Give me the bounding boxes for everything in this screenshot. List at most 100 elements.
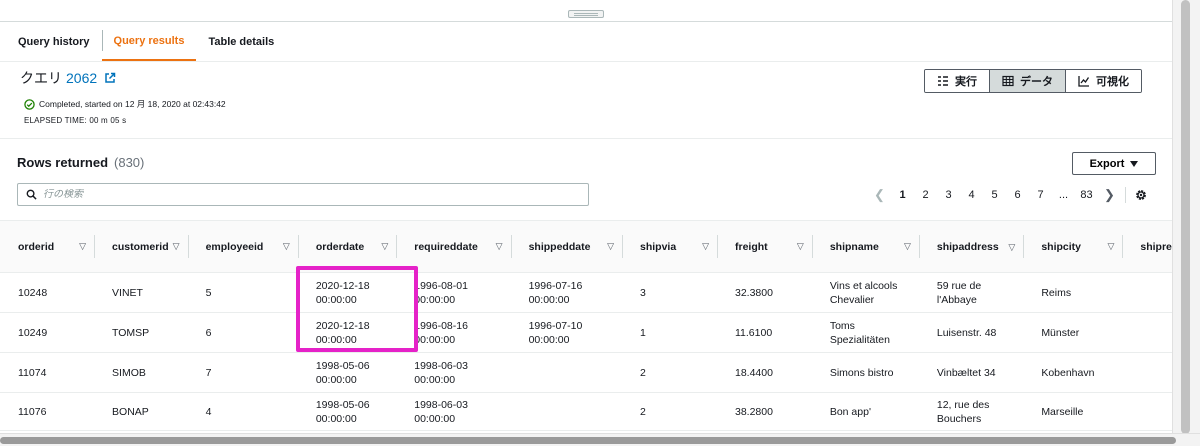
cell-shipvia: 3 xyxy=(622,272,717,313)
status-text: Completed, started on 12 月 18, 2020 at 0… xyxy=(39,99,226,109)
sort-icon[interactable]: ▽ xyxy=(1008,242,1015,253)
column-header-shipregion[interactable]: shipre xyxy=(1122,220,1172,273)
run-view-label: 実行 xyxy=(955,76,977,88)
sort-icon[interactable]: ▽ xyxy=(1107,241,1114,252)
sort-icon[interactable]: ▽ xyxy=(381,241,388,252)
visualize-view-button[interactable]: 可視化 xyxy=(1066,70,1141,92)
column-label: shippeddate xyxy=(528,240,591,253)
gear-icon[interactable] xyxy=(1134,188,1148,202)
page-3[interactable]: 3 xyxy=(937,189,960,201)
results-container: Rows returned (830) Export ❮ 1 2 3 4 5 6 … xyxy=(0,138,1172,433)
column-header-shipcity[interactable]: shipcity ▽ xyxy=(1023,220,1123,273)
cell-orderdate: 2020-12-18 00:00:00 xyxy=(297,312,397,353)
cell-requireddate: 1996-08-01 00:00:00 xyxy=(396,272,511,313)
column-header-orderid[interactable]: orderid ▽ xyxy=(0,220,95,273)
column-label: orderid xyxy=(18,240,55,253)
cell-shipaddress: 59 rue de l'Abbaye xyxy=(918,272,1024,313)
cell-orderid: 10248 xyxy=(0,272,95,313)
column-label: requireddate xyxy=(414,240,478,253)
sort-icon[interactable]: ▽ xyxy=(283,241,290,252)
cell-customerid: VINET xyxy=(94,272,188,313)
data-view-button[interactable]: データ xyxy=(990,70,1066,92)
cell-shipvia: 2 xyxy=(622,352,717,393)
column-label: shipcity xyxy=(1041,240,1081,253)
cell-employeeid: 4 xyxy=(187,392,298,431)
drag-handle-icon[interactable] xyxy=(568,10,604,18)
run-list-icon xyxy=(938,76,948,86)
page-ellipsis: ... xyxy=(1058,189,1069,201)
cell-freight: 11.6100 xyxy=(716,312,812,353)
success-check-icon xyxy=(24,98,35,110)
panel-resize-bar xyxy=(0,0,1172,22)
horizontal-scrollbar-thumb[interactable] xyxy=(0,437,1176,444)
page-2[interactable]: 2 xyxy=(914,189,937,201)
cell-employeeid: 6 xyxy=(187,312,298,353)
cell-shipvia: 2 xyxy=(622,392,717,431)
tab-query-history[interactable]: Query history xyxy=(6,22,102,61)
column-header-shipaddress[interactable]: shipaddress ▽ xyxy=(918,220,1024,273)
results-table: orderid ▽ customerid ▽ employeeid ▽ orderda… xyxy=(0,220,1172,431)
cell-shipcity: Reims xyxy=(1023,272,1123,313)
data-view-label: データ xyxy=(1020,76,1053,88)
sort-icon[interactable]: ▽ xyxy=(797,241,804,252)
sort-icon[interactable]: ▽ xyxy=(607,241,614,252)
vertical-scrollbar[interactable] xyxy=(1172,0,1200,446)
table-row: 10248 VINET 5 2020-12-18 00:00:00 1996-0… xyxy=(0,272,1172,313)
cell-shipname: Toms Spezialitäten xyxy=(811,312,919,353)
page-1[interactable]: 1 xyxy=(891,189,914,201)
column-header-shipvia[interactable]: shipvia ▽ xyxy=(622,220,717,273)
pager-divider xyxy=(1125,187,1126,203)
vertical-scrollbar-thumb[interactable] xyxy=(1181,0,1190,434)
export-button[interactable]: Export xyxy=(1072,152,1156,175)
column-header-customerid[interactable]: customerid ▽ xyxy=(94,220,188,273)
tab-query-results[interactable]: Query results xyxy=(101,22,197,61)
sort-icon[interactable]: ▽ xyxy=(904,241,911,252)
page-7[interactable]: 7 xyxy=(1029,189,1052,201)
sort-icon[interactable]: ▽ xyxy=(702,241,709,252)
query-info-panel: クエリ 2062 Completed, started on 12 月 18, … xyxy=(0,62,1172,138)
cell-customerid: BONAP xyxy=(94,392,188,431)
column-header-freight[interactable]: freight ▽ xyxy=(716,220,812,273)
sort-icon[interactable]: ▽ xyxy=(496,241,503,252)
cell-employeeid: 5 xyxy=(187,272,298,313)
sort-icon[interactable]: ▽ xyxy=(173,241,180,252)
prev-page-icon[interactable]: ❮ xyxy=(868,187,891,203)
page-5[interactable]: 5 xyxy=(983,189,1006,201)
cell-employeeid: 7 xyxy=(187,352,298,393)
column-header-employeeid[interactable]: employeeid ▽ xyxy=(187,220,298,273)
sort-icon[interactable]: ▽ xyxy=(79,241,86,252)
cell-shipregion xyxy=(1122,392,1172,431)
next-page-icon[interactable]: ❯ xyxy=(1098,187,1121,203)
cell-shippeddate xyxy=(510,352,622,393)
visualize-view-label: 可視化 xyxy=(1096,76,1129,88)
column-header-requireddate[interactable]: requireddate ▽ xyxy=(396,220,511,273)
cell-shippeddate xyxy=(510,392,622,431)
tab-table-details[interactable]: Table details xyxy=(196,22,286,61)
query-status: Completed, started on 12 月 18, 2020 at 0… xyxy=(24,98,226,110)
cell-orderdate: 1998-05-06 00:00:00 xyxy=(297,392,397,431)
column-label: shipvia xyxy=(640,240,677,253)
page-6[interactable]: 6 xyxy=(1006,189,1029,201)
horizontal-scrollbar[interactable] xyxy=(0,433,1200,446)
row-search-input[interactable] xyxy=(43,189,563,200)
cell-orderid: 10249 xyxy=(0,312,95,353)
page-4[interactable]: 4 xyxy=(960,189,983,201)
results-tabs: Query history Query results Table detail… xyxy=(0,22,1172,62)
column-header-shipname[interactable]: shipname ▽ xyxy=(811,220,919,273)
query-id-link[interactable]: 2062 xyxy=(66,70,97,86)
caret-down-icon xyxy=(1130,160,1139,167)
column-label: employeeid xyxy=(205,240,264,253)
run-view-button[interactable]: 実行 xyxy=(925,70,990,92)
cell-shipcity: Münster xyxy=(1023,312,1123,353)
column-header-shippeddate[interactable]: shippeddate ▽ xyxy=(510,220,622,273)
page-83[interactable]: 83 xyxy=(1075,189,1098,201)
cell-shipvia: 1 xyxy=(622,312,717,353)
export-label: Export xyxy=(1089,157,1125,170)
column-header-orderdate[interactable]: orderdate ▽ xyxy=(297,220,397,273)
pagination: ❮ 1 2 3 4 5 6 7 ... 83 ❯ xyxy=(868,186,1148,204)
cell-shipcity: Kobenhavn xyxy=(1023,352,1123,393)
column-label: shipaddress xyxy=(936,240,999,253)
cell-shipname: Bon app' xyxy=(811,392,919,431)
external-link-icon[interactable] xyxy=(104,72,116,84)
cell-shipregion xyxy=(1122,352,1172,393)
